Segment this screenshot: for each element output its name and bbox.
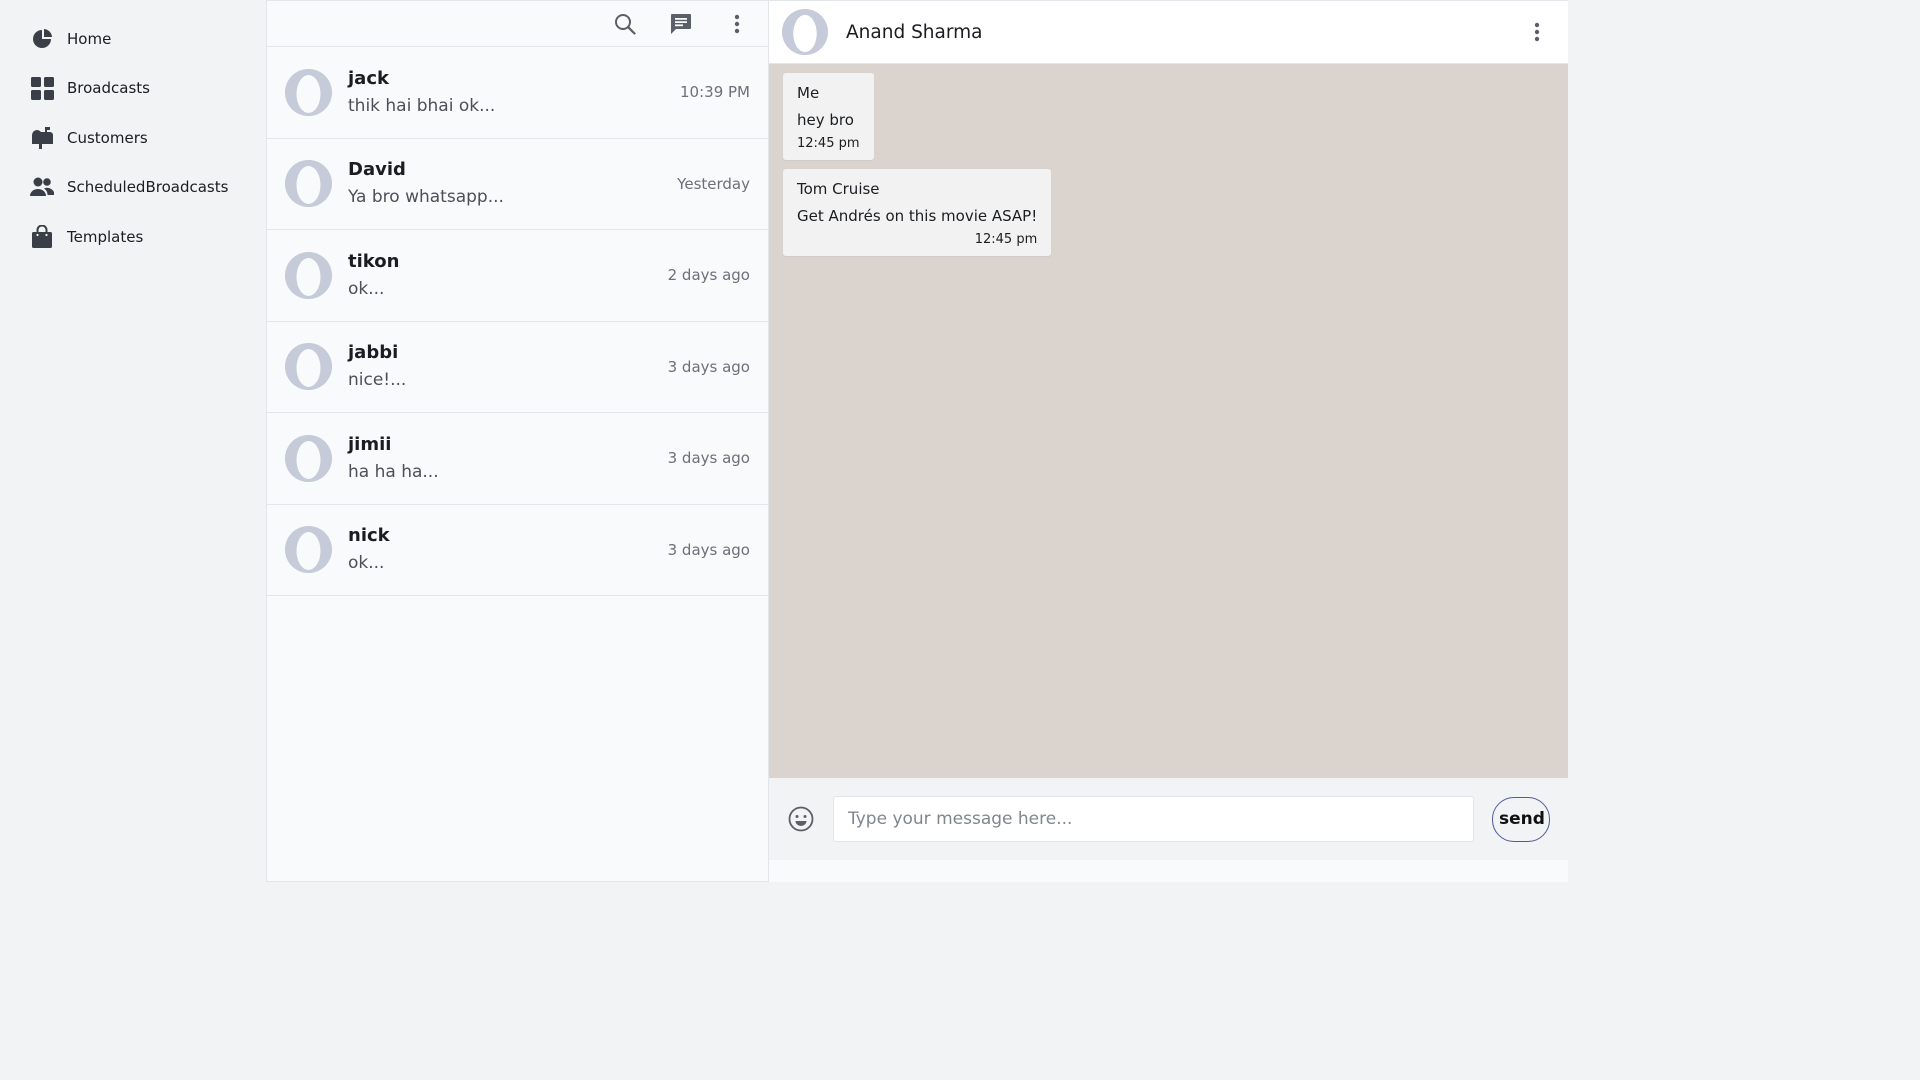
- chat-list-toolbar: [267, 1, 768, 47]
- footer-strip: [769, 860, 1568, 882]
- send-button[interactable]: send: [1492, 796, 1550, 842]
- more-vertical-icon[interactable]: [720, 7, 754, 41]
- avatar[interactable]: [782, 9, 828, 55]
- chat-name: David: [348, 159, 406, 181]
- message-time: 12:45 pm: [974, 232, 1038, 247]
- chat-preview: ok...: [348, 553, 385, 574]
- sidebar-item-label: Customers: [67, 128, 148, 147]
- message-input[interactable]: [833, 796, 1474, 842]
- sidebar-item-templates[interactable]: Templates: [0, 212, 266, 262]
- chat-time: 3 days ago: [667, 540, 750, 559]
- chat-list-item[interactable]: tikon ok... 2 days ago: [267, 230, 768, 322]
- avatar: [285, 251, 332, 299]
- chat-preview: Ya bro whatsapp...: [348, 187, 504, 208]
- message-time: 12:45 pm: [797, 136, 860, 151]
- avatar: [285, 68, 332, 116]
- chat-preview: nice!...: [348, 370, 407, 391]
- message-bubble: Me hey bro 12:45 pm: [783, 73, 874, 160]
- chat-preview: thik hai bhai ok...: [348, 95, 496, 116]
- chat-name: tikon: [348, 250, 400, 272]
- message-sender: Me: [797, 84, 820, 102]
- users-icon: [30, 175, 54, 199]
- sidebar-item-label: Home: [67, 29, 112, 48]
- chat-list-panel: jack thik hai bhai ok... 10:39 PM David …: [266, 0, 769, 882]
- shopping-bag-icon: [30, 224, 54, 249]
- sidebar-item-label: ScheduledBroadcasts: [67, 178, 229, 197]
- search-icon[interactable]: [608, 7, 642, 41]
- new-chat-icon[interactable]: [664, 7, 698, 41]
- chat-time: 10:39 PM: [680, 83, 750, 102]
- pie-chart-icon: [30, 27, 54, 51]
- chat-list-item[interactable]: nick ok... 3 days ago: [267, 505, 768, 596]
- contact-name: Anand Sharma: [846, 21, 983, 43]
- avatar: [285, 434, 332, 482]
- avatar: [285, 160, 332, 208]
- chat-list-item[interactable]: jimii ha ha ha... 3 days ago: [267, 413, 768, 505]
- sidebar-item-home[interactable]: Home: [0, 14, 266, 64]
- sidebar-nav: Home Broadcasts Customers ScheduledBroad…: [0, 0, 266, 882]
- chat-time: 2 days ago: [667, 266, 750, 285]
- avatar: [285, 343, 332, 391]
- chat-name: jabbi: [348, 342, 399, 364]
- mailbox-icon: [30, 126, 54, 150]
- chat-list-item[interactable]: David Ya bro whatsapp... Yesterday: [267, 139, 768, 230]
- sidebar-item-label: Broadcasts: [67, 79, 150, 98]
- message-area[interactable]: Me hey bro 12:45 pm Tom Cruise Get André…: [769, 64, 1568, 778]
- emoji-icon[interactable]: [787, 805, 815, 833]
- chat-time: Yesterday: [677, 174, 750, 193]
- chat-name: jack: [348, 67, 389, 89]
- conversation-panel: Anand Sharma Me hey bro 12:45 pm Tom Cru…: [769, 0, 1568, 882]
- message-text: hey bro: [797, 111, 854, 129]
- grid-icon: [30, 76, 54, 100]
- message-composer: send: [769, 778, 1568, 860]
- sidebar-item-label: Templates: [67, 227, 144, 246]
- message-sender: Tom Cruise: [797, 180, 880, 198]
- chat-time: 3 days ago: [667, 449, 750, 468]
- avatar: [285, 526, 332, 574]
- chat-list-item[interactable]: jack thik hai bhai ok... 10:39 PM: [267, 47, 768, 139]
- chat-name: jimii: [348, 433, 392, 455]
- chat-name: nick: [348, 525, 390, 547]
- more-vertical-icon[interactable]: [1520, 15, 1554, 49]
- chat-preview: ok...: [348, 278, 385, 299]
- message-text: Get Andrés on this movie ASAP!: [797, 207, 1038, 225]
- message-bubble: Tom Cruise Get Andrés on this movie ASAP…: [783, 169, 1052, 256]
- chat-list-item[interactable]: jabbi nice!... 3 days ago: [267, 322, 768, 413]
- sidebar-item-broadcasts[interactable]: Broadcasts: [0, 64, 266, 114]
- conversation-header: Anand Sharma: [769, 0, 1568, 64]
- chat-preview: ha ha ha...: [348, 461, 439, 482]
- sidebar-item-scheduled-broadcasts[interactable]: ScheduledBroadcasts: [0, 163, 266, 213]
- sidebar-item-customers[interactable]: Customers: [0, 113, 266, 163]
- chat-time: 3 days ago: [667, 357, 750, 376]
